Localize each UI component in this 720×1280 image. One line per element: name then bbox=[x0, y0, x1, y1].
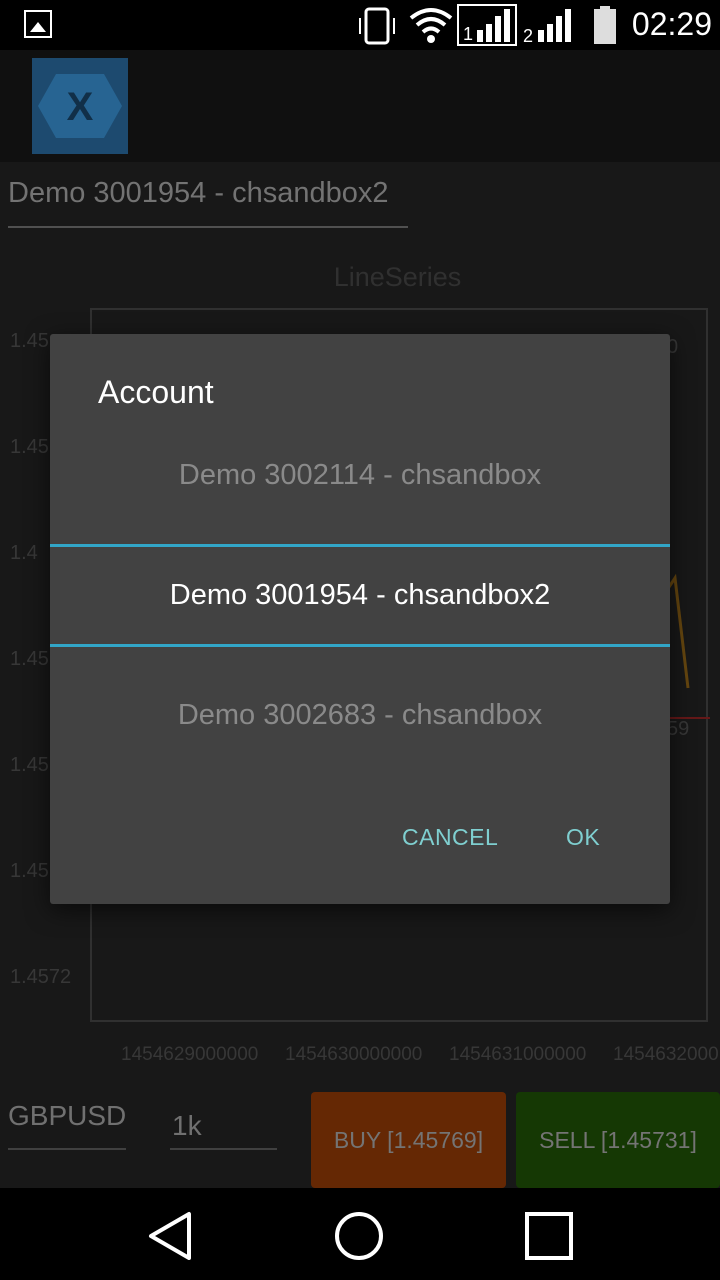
dialog-title: Account bbox=[98, 374, 214, 410]
picker-divider-top bbox=[50, 544, 670, 547]
ok-button[interactable]: OK bbox=[566, 824, 600, 851]
image-icon bbox=[24, 10, 52, 38]
back-icon[interactable] bbox=[145, 1210, 197, 1262]
recents-icon[interactable] bbox=[523, 1210, 575, 1262]
status-bar: 1 2 02:29 bbox=[0, 0, 720, 50]
picker-divider-bottom bbox=[50, 644, 670, 647]
account-option[interactable]: Demo 3002114 - chsandbox bbox=[50, 459, 670, 492]
navigation-bar bbox=[0, 1188, 720, 1280]
account-option[interactable]: Demo 3002683 - chsandbox bbox=[50, 699, 670, 732]
battery-icon bbox=[594, 6, 616, 44]
account-dialog: Account Demo 3002114 - chsandbox Demo 30… bbox=[50, 334, 670, 904]
svg-text:1: 1 bbox=[463, 24, 473, 44]
clock: 02:29 bbox=[631, 6, 712, 42]
signal-sim2-icon: 2 bbox=[523, 9, 571, 46]
account-option-selected[interactable]: Demo 3001954 - chsandbox2 bbox=[50, 579, 670, 612]
svg-text:2: 2 bbox=[523, 26, 533, 46]
wifi-icon bbox=[409, 8, 453, 43]
vibrate-icon bbox=[359, 7, 395, 45]
cancel-button[interactable]: CANCEL bbox=[402, 824, 498, 851]
home-icon[interactable] bbox=[333, 1210, 385, 1262]
signal-sim1-icon: 1 bbox=[457, 4, 517, 46]
